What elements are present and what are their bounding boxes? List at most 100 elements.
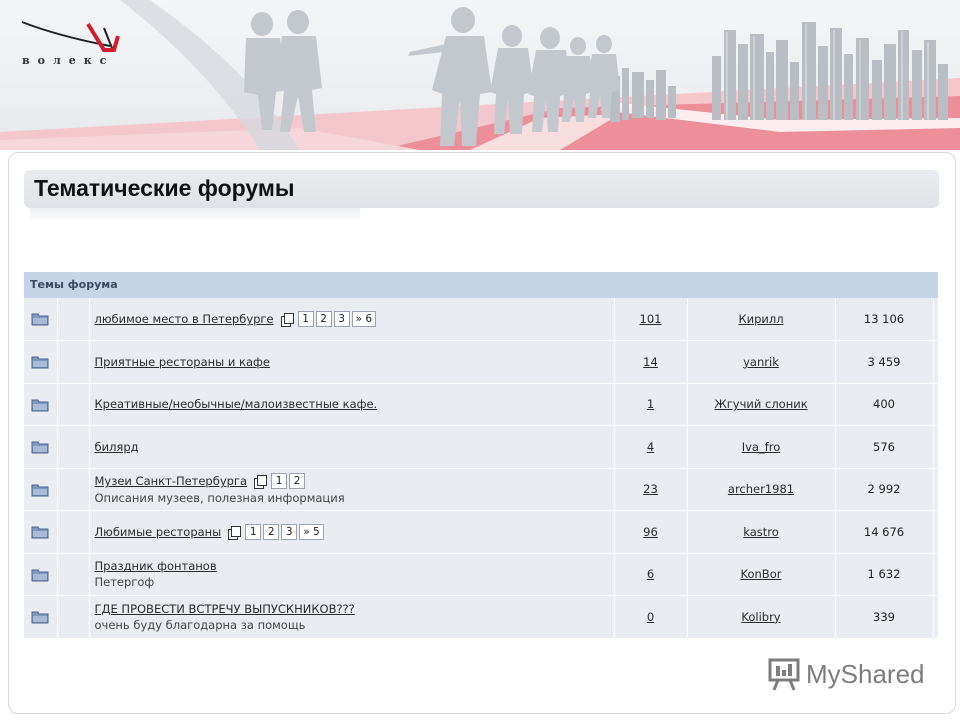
topic-link[interactable]: Любимые рестораны: [95, 525, 222, 539]
row-end-cell: [932, 340, 938, 384]
topic-cell: билярд: [88, 425, 614, 469]
replies-link[interactable]: 96: [643, 525, 658, 539]
topic-link[interactable]: Приятные рестораны и кафе: [95, 355, 270, 369]
page-link[interactable]: » 5: [299, 523, 324, 540]
replies-link[interactable]: 4: [647, 440, 654, 454]
replies-cell: 0: [613, 595, 687, 639]
page-link[interactable]: 1: [271, 473, 288, 490]
topic-link[interactable]: билярд: [95, 440, 139, 454]
topic-icon-cell: [24, 553, 57, 596]
replies-cell: 6: [613, 553, 687, 596]
topic-cell: Любимые рестораны 1 2 3» 5: [88, 510, 614, 554]
topic-link[interactable]: Креативные/необычные/малоизвестные кафе.: [95, 397, 378, 411]
topic-link[interactable]: Праздник фонтанов: [95, 559, 217, 573]
topic-icon-cell: [24, 298, 57, 341]
topic-cell: Праздник фонтанов Петергоф: [88, 553, 614, 596]
presentation-board-icon: [768, 658, 800, 691]
row-end-cell: [932, 468, 938, 511]
topic-description: Описания музеев, полезная информация: [94, 491, 345, 506]
topic-link[interactable]: любимое место в Петербурге: [95, 312, 274, 326]
topic-link[interactable]: Музеи Санкт-Петербурга: [95, 474, 248, 488]
views-cell: 3 459: [834, 340, 933, 384]
topic-icon-cell: [24, 340, 57, 384]
views-cell: 1 632: [834, 553, 933, 596]
table-row: Креативные/необычные/малоизвестные кафе.…: [24, 383, 938, 426]
folder-icon: [31, 440, 49, 454]
page-link[interactable]: 2: [315, 311, 332, 327]
row-end-cell: [932, 383, 938, 426]
multipage-icon: [254, 475, 268, 490]
replies-link[interactable]: 14: [643, 355, 658, 369]
author-cell: Жгучий слоник: [686, 383, 835, 426]
views-cell: 339: [834, 595, 933, 639]
topic-status-cell: [56, 595, 89, 639]
author-cell: kastro: [686, 510, 835, 554]
topic-description: очень буду благодарна за помощь: [94, 617, 306, 632]
table-header: Темы форума: [24, 272, 938, 298]
page-link[interactable]: 1: [245, 523, 262, 540]
page-links: 1 2 3» 5: [228, 523, 325, 540]
replies-link[interactable]: 23: [643, 482, 658, 496]
row-end-cell: [932, 298, 938, 341]
title-reflection: [30, 208, 360, 222]
page-links: 12: [254, 473, 307, 490]
topic-icon-cell: [24, 510, 57, 554]
forum-topics-table: Темы форума любимое место в Петербурге 1 2…: [24, 272, 938, 639]
topic-status-cell: [56, 468, 89, 511]
replies-cell: 96: [613, 510, 687, 554]
banner-illustration: [0, 0, 960, 150]
page-title: Тематические форумы: [34, 175, 295, 201]
views-cell: 576: [834, 425, 933, 469]
author-cell: archer1981: [686, 468, 835, 511]
table-row: билярд 4 Iva_fro 576: [24, 425, 938, 469]
topic-status-cell: [56, 383, 89, 426]
author-link[interactable]: Iva_fro: [742, 440, 781, 454]
topic-status-cell: [56, 510, 89, 554]
replies-link[interactable]: 101: [640, 312, 662, 326]
replies-cell: 4: [613, 425, 687, 469]
page-link[interactable]: 3: [333, 311, 350, 327]
replies-cell: 14: [613, 340, 687, 384]
page-link[interactable]: 1: [297, 311, 314, 327]
author-link[interactable]: archer1981: [728, 482, 794, 496]
topic-cell: любимое место в Петербурге 1 2 3» 6: [88, 298, 614, 341]
author-link[interactable]: Kolibry: [741, 610, 780, 624]
author-link[interactable]: kastro: [743, 525, 779, 539]
author-link[interactable]: KonBor: [741, 567, 782, 581]
watermark-text: MyShared: [806, 658, 925, 689]
topic-link[interactable]: ГДЕ ПРОВЕСТИ ВСТРЕЧУ ВЫПУСКНИКОВ???: [95, 602, 355, 616]
author-link[interactable]: Кирилл: [738, 312, 783, 326]
views-cell: 400: [834, 383, 933, 426]
author-link[interactable]: yanrik: [743, 355, 779, 369]
folder-icon: [31, 312, 49, 326]
views-cell: 2 992: [834, 468, 933, 511]
replies-link[interactable]: 0: [647, 610, 654, 624]
topic-status-cell: [56, 425, 89, 469]
table-row: Праздник фонтанов Петергоф 6 KonBor 1 632: [24, 553, 938, 596]
page-link[interactable]: 2: [263, 523, 280, 540]
replies-cell: 23: [613, 468, 687, 511]
page-link[interactable]: 3: [281, 523, 298, 540]
replies-cell: 1: [613, 383, 687, 426]
page-link[interactable]: » 6: [351, 311, 377, 327]
page-link[interactable]: 2: [289, 473, 306, 490]
author-cell: Iva_fro: [686, 425, 835, 469]
topic-icon-cell: [24, 468, 57, 511]
folder-icon: [31, 398, 49, 412]
author-cell: Kolibry: [686, 595, 835, 639]
table-row: любимое место в Петербурге 1 2 3» 6 101 Кирил…: [24, 298, 938, 341]
topic-cell: Креативные/необычные/малоизвестные кафе.: [88, 383, 614, 426]
topic-cell: Музеи Санкт-Петербурга 1 2 Описания музеев,…: [88, 468, 614, 511]
replies-link[interactable]: 6: [647, 567, 654, 581]
replies-link[interactable]: 1: [647, 397, 654, 411]
page-links: 1 2 3» 6: [280, 311, 378, 327]
table-row: Музеи Санкт-Петербурга 1 2 Описания музеев,…: [24, 468, 938, 511]
topic-status-cell: [56, 340, 89, 384]
topic-icon-cell: [24, 383, 57, 426]
row-end-cell: [932, 553, 938, 596]
author-link[interactable]: Жгучий слоник: [714, 397, 807, 411]
author-cell: Кирилл: [686, 298, 835, 341]
row-end-cell: [932, 510, 938, 554]
folder-icon: [31, 525, 49, 539]
row-end-cell: [932, 595, 938, 639]
